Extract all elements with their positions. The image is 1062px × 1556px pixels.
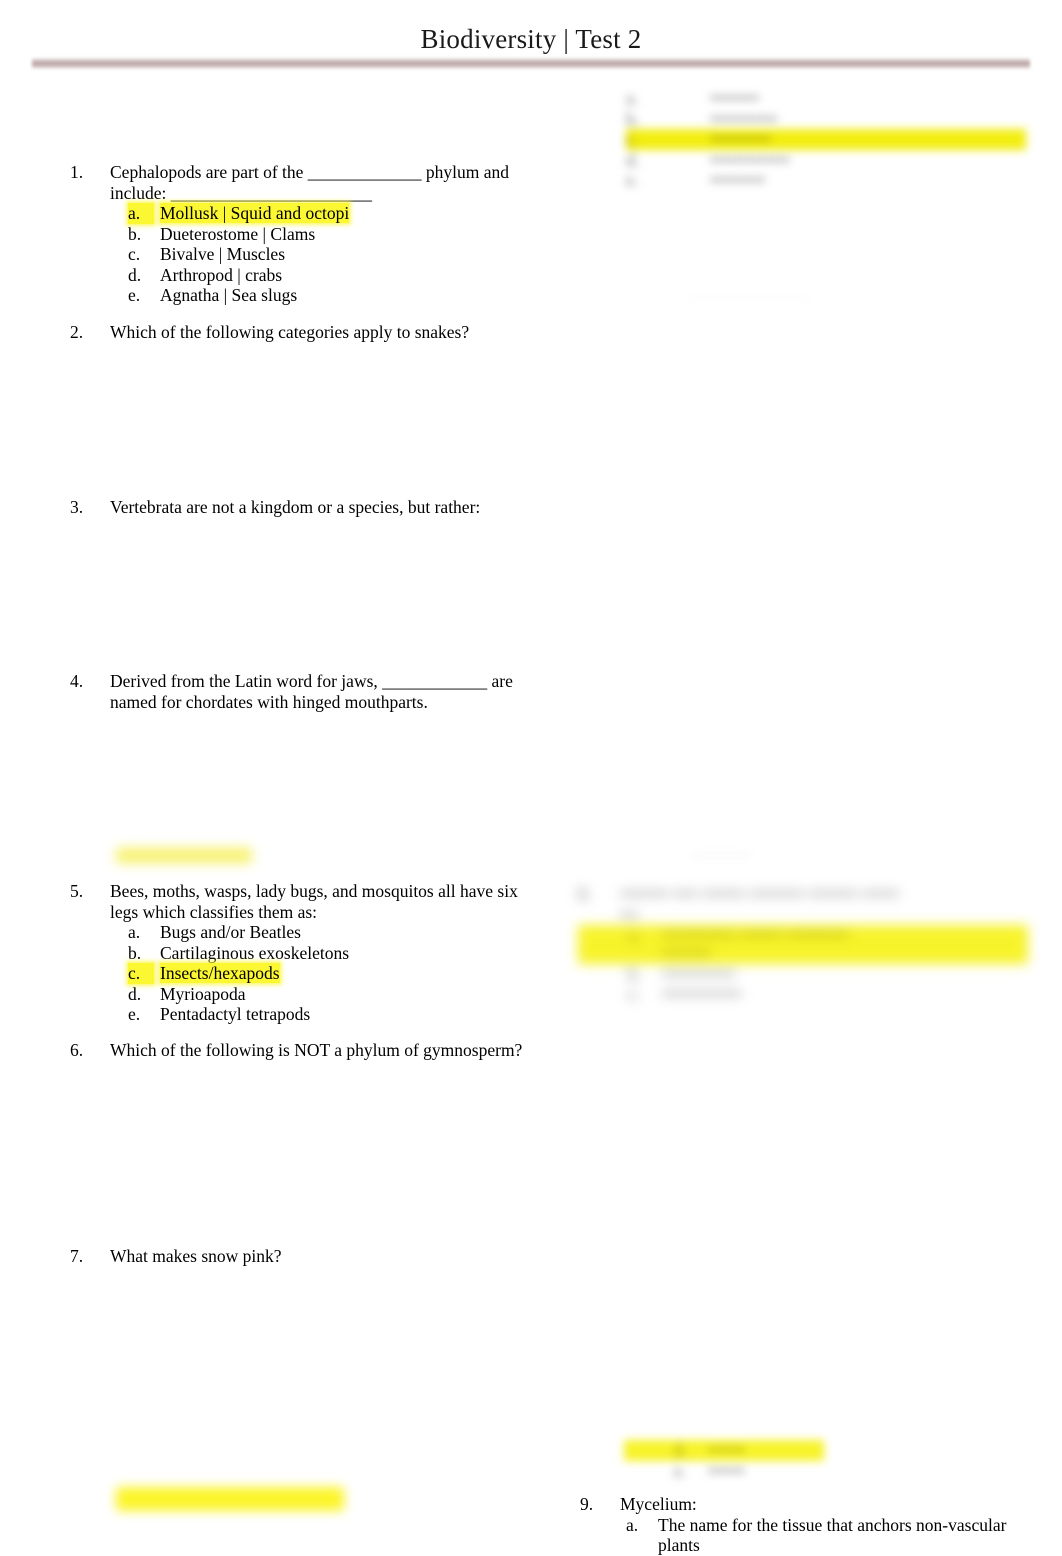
question-5-text-line1: Bees, moths, wasps, lady bugs, and mosqu… (110, 881, 518, 901)
option-1c-letter: c. (128, 244, 141, 264)
option-1e-letter: e. (128, 285, 141, 305)
question-1-text-line1: Cephalopods are part of the ____________… (110, 162, 510, 182)
question-2-stem: 2. Which of the following categories app… (70, 322, 540, 343)
redacted-question-8-stem-line2: ••• (620, 904, 639, 925)
question-9-options: a. The name for the tissue that anchors … (580, 1515, 1030, 1556)
option-1a-text: Mollusk | Squid and octopi (160, 203, 350, 223)
question-7-number: 7. (70, 1246, 84, 1266)
question-3-text: Vertebrata are not a kingdom or a specie… (110, 497, 481, 517)
question-1-number: 1. (70, 162, 84, 182)
option-5b-letter: b. (128, 942, 142, 963)
option-1d-letter: d. (128, 264, 142, 285)
option-5e[interactable]: e. Pentadactyl tetrapods (70, 1004, 540, 1025)
redacted-option-line: d. ••••••••••••• (626, 149, 790, 170)
redacted-question-8-option-b: b. •••••••••••• (628, 963, 736, 984)
redacted-line-highlighted: d. •••••• (624, 1440, 824, 1461)
option-5d-letter: d. (128, 983, 142, 1004)
option-1b-letter: b. (128, 223, 142, 244)
question-2-number: 2. (70, 322, 84, 342)
question-3-stem: 3. Vertebrata are not a kingdom or a spe… (70, 497, 540, 518)
question-1: 1. Cephalopods are part of the _________… (70, 162, 540, 306)
question-1-text-line2: include: _______________________ (110, 182, 372, 203)
question-5-stem: 5. Bees, moths, wasps, lady bugs, and mo… (70, 881, 540, 922)
redacted-lines-above-q9: d. •••••• e. •••••• (624, 1440, 824, 1484)
option-1e[interactable]: e. Agnatha | Sea slugs (70, 285, 540, 306)
question-6: 6. Which of the following is NOT a phylu… (70, 1040, 540, 1061)
question-9-number: 9. (580, 1494, 594, 1514)
redacted-option-line-highlighted: c. •••••••••• (626, 129, 1026, 150)
option-1a-letter: a. (128, 203, 154, 224)
question-6-number: 6. (70, 1040, 84, 1060)
question-4-stem: 4. Derived from the Latin word for jaws,… (70, 671, 540, 712)
option-5a-letter: a. (128, 922, 141, 942)
option-5a-text: Bugs and/or Beatles (160, 922, 301, 942)
redacted-faint-line-top-right: •••••••••••••••••••• (646, 288, 1026, 310)
option-5d[interactable]: d. Myrioapoda (70, 984, 540, 1005)
redacted-highlight-left-lower (116, 1487, 344, 1511)
option-5d-text: Myrioapoda (160, 983, 246, 1004)
question-5-number: 5. (70, 881, 84, 901)
option-9a[interactable]: a. The name for the tissue that anchors … (580, 1515, 1030, 1556)
question-1-options: a. Mollusk | Squid and octopi b. Duetero… (70, 203, 540, 306)
option-5e-letter: e. (128, 1004, 141, 1024)
option-1b-text: Dueterostome | Clams (160, 223, 316, 244)
question-6-stem: 6. Which of the following is NOT a phylu… (70, 1040, 540, 1061)
question-9-stem: 9. Mycelium: (580, 1494, 1030, 1515)
redacted-options-top-right: a. •••••••• b. ••••••••••• c. ••••••••••… (626, 88, 1026, 194)
question-7-text: What makes snow pink? (110, 1246, 282, 1266)
document-page: Biodiversity | Test 2 1. Cephalopods are… (0, 0, 1062, 1556)
question-1-stem: 1. Cephalopods are part of the _________… (70, 162, 540, 203)
option-9a-text-line1: The name for the tissue that anchors non… (658, 1514, 1007, 1535)
redacted-question-8-stem: 8. •••••••• •••• ••••••• ••••••••• •••••… (578, 884, 900, 904)
option-1d-text: Arthropod | crabs (160, 264, 283, 285)
redacted-question-8-option-a-line2: •••••••• (578, 943, 1028, 964)
redacted-option-line: a. •••••••• (626, 88, 760, 108)
redacted-question-8-option-a-line1: a. •••••••••••• ••••••• •••••••••• (578, 924, 1028, 945)
option-1d[interactable]: d. Arthropod | crabs (70, 265, 540, 286)
question-9: 9. Mycelium: a. The name for the tissue … (580, 1494, 1030, 1556)
option-5c[interactable]: c. Insects/hexapods (70, 963, 540, 984)
question-5-text-line2: legs which classifies them as: (110, 901, 318, 922)
option-5a[interactable]: a. Bugs and/or Beatles (70, 922, 540, 943)
option-5e-text: Pentadactyl tetrapods (160, 1004, 311, 1024)
option-9a-text-line2: plants (658, 1535, 700, 1555)
question-4: 4. Derived from the Latin word for jaws,… (70, 671, 540, 712)
option-9a-letter: a. (626, 1514, 639, 1535)
option-1a[interactable]: a. Mollusk | Squid and octopi (70, 203, 540, 224)
redacted-line: e. •••••• (674, 1460, 745, 1481)
question-2-text: Which of the following categories apply … (110, 322, 470, 342)
question-9-text: Mycelium: (620, 1494, 697, 1514)
redacted-highlight-left-upper (116, 848, 252, 863)
redacted-faint-line-above-q8: •••••••••• (690, 846, 752, 866)
question-3: 3. Vertebrata are not a kingdom or a spe… (70, 497, 540, 518)
question-3-number: 3. (70, 497, 84, 517)
question-2: 2. Which of the following categories app… (70, 322, 540, 343)
question-7: 7. What makes snow pink? (70, 1246, 540, 1267)
option-1c-text: Bivalve | Muscles (160, 244, 286, 264)
option-5c-letter: c. (128, 963, 154, 984)
question-5-options: a. Bugs and/or Beatles b. Cartilaginous … (70, 922, 540, 1025)
option-1c[interactable]: c. Bivalve | Muscles (70, 244, 540, 265)
option-5c-text: Insects/hexapods (160, 963, 280, 983)
page-title: Biodiversity | Test 2 (420, 24, 642, 54)
option-1b[interactable]: b. Dueterostome | Clams (70, 224, 540, 245)
option-5b-text: Cartilaginous exoskeletons (160, 942, 350, 963)
option-1e-text: Agnatha | Sea slugs (160, 285, 298, 305)
title-divider (32, 58, 1030, 69)
redacted-option-line: e. ••••••••• (626, 170, 766, 190)
redacted-option-line: b. ••••••••••• (626, 108, 778, 129)
option-5b[interactable]: b. Cartilaginous exoskeletons (70, 943, 540, 964)
question-4-number: 4. (70, 671, 84, 691)
question-4-text-line2: named for chordates with hinged mouthpar… (110, 691, 428, 712)
question-4-text-line1: Derived from the Latin word for jaws, __… (110, 671, 513, 691)
question-5: 5. Bees, moths, wasps, lady bugs, and mo… (70, 881, 540, 1025)
question-7-stem: 7. What makes snow pink? (70, 1246, 540, 1267)
redacted-question-8: 8. •••••••• •••• ••••••• ••••••••• •••••… (578, 884, 1028, 1004)
question-6-text: Which of the following is NOT a phylum o… (110, 1040, 523, 1060)
redacted-question-8-option-c: c. ••••••••••••• (628, 984, 742, 1004)
